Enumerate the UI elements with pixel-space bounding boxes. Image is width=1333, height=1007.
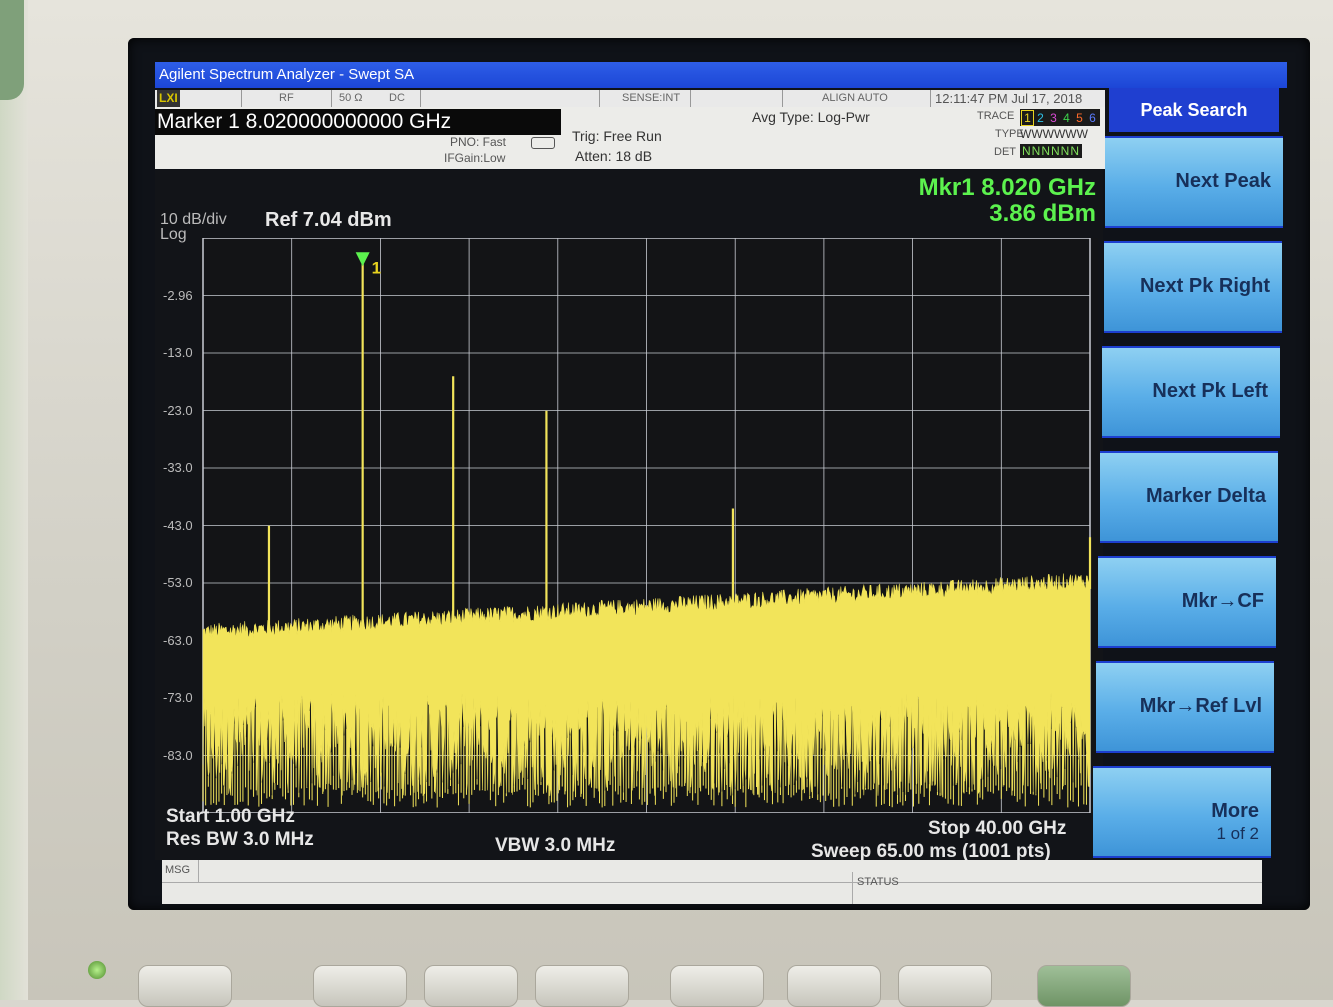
- softkey-label: Marker Delta: [1145, 485, 1266, 507]
- atten-setting: Atten: 18 dB: [575, 148, 653, 164]
- marker-readout: Mkr1 8.020 GHz 3.86 dBm: [919, 175, 1096, 227]
- y-tick-label: -43.0: [163, 517, 193, 533]
- y-tick-label: -53.0: [163, 575, 193, 590]
- softkey-next-pk-left[interactable]: Next Pk Left: [1102, 346, 1280, 438]
- trace-numbers[interactable]: 123456: [1020, 109, 1100, 126]
- marker-frequency[interactable]: Marker 1 8.020000000000 GHz: [155, 109, 561, 135]
- y-tick-label: -63.0: [163, 632, 193, 648]
- coupling-label: DC: [389, 92, 405, 104]
- bezel-left-strip: [0, 0, 28, 1000]
- softkey-label: Mkr→CF: [1181, 590, 1264, 612]
- scale-per-div: 10 dB/div: [160, 211, 227, 228]
- softkey-mkr-ref-lvl[interactable]: Mkr→Ref Lvl: [1096, 661, 1274, 753]
- sense-status-bar: LXI RF 50 Ω DC SENSE:INT ALIGN AUTO 12:1…: [155, 90, 1105, 107]
- res-bw[interactable]: Res BW 3.0 MHz: [166, 829, 314, 851]
- msg-label: MSG: [165, 864, 191, 876]
- hardware-key[interactable]: [535, 965, 629, 1007]
- stop-frequency[interactable]: Stop 40.00 GHz: [928, 818, 1066, 840]
- timestamp: 12:11:47 PM Jul 17, 2018: [935, 91, 1083, 106]
- lxi-logo: LXI: [157, 90, 180, 107]
- window-title: Agilent Spectrum Analyzer - Swept SA: [155, 62, 1287, 88]
- y-tick-label: -13.0: [163, 345, 193, 360]
- trace-label: TRACE: [977, 110, 1015, 122]
- hardware-key[interactable]: [1037, 965, 1131, 1007]
- softkey-menu-title: Peak Search: [1109, 88, 1279, 132]
- hardware-key[interactable]: [898, 965, 992, 1007]
- pno-indicator-icon: [531, 137, 555, 149]
- y-tick-label: -83.0: [163, 747, 193, 763]
- ref-level[interactable]: Ref 7.04 dBm: [265, 209, 392, 232]
- det-label: DET: [994, 146, 1016, 158]
- align-label: ALIGN AUTO: [822, 92, 888, 104]
- hardware-key[interactable]: [313, 965, 407, 1007]
- softkey-label: More: [1211, 800, 1259, 822]
- softkey-marker-delta[interactable]: Marker Delta: [1100, 451, 1278, 543]
- pno-setting: PNO: Fast: [450, 135, 507, 149]
- rf-label: RF: [279, 92, 294, 104]
- trace-number-4[interactable]: 4: [1060, 111, 1073, 125]
- marker-readout-freq: Mkr1 8.020 GHz: [918, 174, 1096, 201]
- status-label: STATUS: [857, 876, 899, 888]
- bezel-green-tab: [0, 0, 24, 100]
- marker-1-label: 1: [372, 258, 381, 277]
- softkey-label: Next Pk Left: [1152, 380, 1268, 402]
- hardware-key[interactable]: [670, 965, 764, 1007]
- softkey-next-peak[interactable]: Next Peak: [1105, 136, 1283, 228]
- softkey-panel: Peak Search Next Peak Next Pk Right Next P…: [1093, 88, 1290, 868]
- softkey-more[interactable]: More 1 of 2: [1093, 766, 1271, 858]
- softkey-next-pk-right[interactable]: Next Pk Right: [1104, 241, 1282, 333]
- trigger-setting: Trig: Free Run: [572, 128, 662, 144]
- measurement-info-bar: Marker 1 8.020000000000 GHz PNO: Fast IF…: [155, 107, 1105, 169]
- power-led-icon: [88, 961, 106, 979]
- trace-number-2[interactable]: 2: [1034, 111, 1047, 125]
- softkey-label: Next Pk Right: [1139, 275, 1270, 297]
- y-tick-label: -23.0: [163, 402, 193, 418]
- y-tick-label: -73.0: [163, 690, 193, 705]
- hardware-key[interactable]: [424, 965, 518, 1007]
- vbw[interactable]: VBW 3.0 MHz: [495, 835, 615, 857]
- marker-readout-amp: 3.86 dBm: [989, 200, 1096, 227]
- softkey-mkr-cf[interactable]: Mkr→CF: [1098, 556, 1276, 648]
- ifgain-setting: IFGain:Low: [444, 151, 506, 165]
- trace-number-5[interactable]: 5: [1073, 111, 1086, 125]
- softkey-sublabel: 1 of 2: [1216, 824, 1259, 843]
- impedance-label: 50 Ω: [339, 92, 363, 104]
- softkey-label: Next Peak: [1175, 170, 1271, 192]
- avg-type: Avg Type: Log-Pwr: [752, 109, 870, 125]
- hardware-key[interactable]: [787, 965, 881, 1007]
- hardware-key[interactable]: [138, 965, 232, 1007]
- trace-type: WWWWWW: [1020, 127, 1088, 141]
- y-tick-label: -2.96: [163, 287, 193, 303]
- softkey-label: Mkr→Ref Lvl: [1139, 695, 1262, 717]
- trace-number-1[interactable]: 1: [1021, 110, 1034, 126]
- detector-row: NNNNNN: [1020, 144, 1082, 158]
- start-frequency[interactable]: Start 1.00 GHz: [166, 806, 295, 828]
- trace-number-3[interactable]: 3: [1047, 111, 1060, 125]
- spectrum-plot[interactable]: 1: [200, 238, 1098, 813]
- sense-label: SENSE:INT: [622, 92, 681, 104]
- y-tick-label: -33.0: [163, 460, 193, 475]
